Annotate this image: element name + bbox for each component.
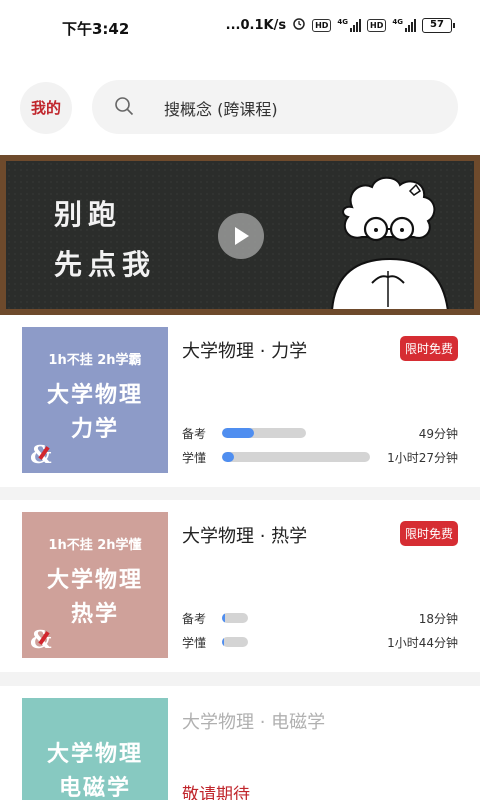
header: 我的 搜概念 (跨课程): [0, 56, 480, 156]
search-placeholder: 搜概念 (跨课程): [164, 100, 278, 119]
play-icon: [235, 227, 249, 245]
free-badge: 限时免费: [399, 521, 458, 546]
my-button[interactable]: 我的: [20, 82, 72, 134]
chalkboard: 别跑 先点我: [6, 161, 474, 309]
progress-bar: [222, 452, 370, 462]
brand-logo-icon: &: [30, 440, 52, 469]
progress-bar: [222, 428, 306, 438]
row-label: 学懂: [182, 636, 207, 650]
coming-soon-label: 敬请期待: [182, 785, 250, 800]
battery-icon: 57: [422, 17, 455, 33]
cover-title: 大学物理 电磁学: [46, 742, 143, 800]
hd-icon: HD: [312, 18, 332, 32]
search-icon: [114, 96, 134, 116]
cover-subtitle: 1h不挂 2h学懂: [48, 538, 142, 553]
hd-icon-2: HD: [367, 18, 387, 32]
duration-text: 1小时27分钟: [387, 451, 458, 465]
signal-icon-1: 4G: [337, 18, 362, 32]
duration-text: 1小时44分钟: [387, 636, 458, 650]
status-bar: 下午3:42 ...0.1K/s HD 4G HD 4G 57: [0, 0, 480, 56]
alarm-icon: [292, 16, 306, 34]
status-icons: ...0.1K/s HD 4G HD 4G 57: [225, 16, 455, 34]
banner-text-line2: 先点我: [54, 248, 157, 281]
course-title[interactable]: 大学物理 · 热学: [182, 522, 307, 548]
cover-title: 大学物理 力学: [46, 383, 143, 442]
exam-prep-row: 备考 18分钟: [182, 610, 458, 626]
row-label: 备考: [182, 612, 207, 626]
banner-text-line1: 别跑: [54, 198, 123, 231]
row-label: 学懂: [182, 451, 207, 465]
video-banner[interactable]: 别跑 先点我: [0, 155, 480, 315]
course-card[interactable]: 1h不挂 2h学霸 大学物理 力学 & 大学物理 · 力学 限时免费 备考 49…: [0, 315, 480, 487]
course-title[interactable]: 大学物理 · 力学: [182, 337, 307, 363]
understand-row: 学懂 1小时27分钟: [182, 449, 458, 465]
course-cover: 1h不挂 2h学懂 大学物理 热学 &: [22, 512, 168, 658]
row-label: 备考: [182, 427, 207, 441]
brand-logo-icon: &: [30, 625, 52, 654]
exam-prep-row: 备考 49分钟: [182, 425, 458, 441]
progress-bar: [222, 613, 248, 623]
network-speed: ...0.1K/s: [225, 17, 287, 33]
play-button[interactable]: [218, 213, 264, 259]
search-bar[interactable]: 搜概念 (跨课程): [92, 80, 458, 134]
duration-text: 49分钟: [418, 427, 458, 441]
course-cover: 大学物理 电磁学: [22, 698, 168, 800]
course-title: 大学物理 · 电磁学: [182, 712, 326, 733]
professor-mascot-illustration: [331, 176, 449, 309]
signal-icon-2: 4G: [392, 18, 416, 32]
duration-text: 18分钟: [418, 612, 458, 626]
progress-bar: [222, 637, 248, 647]
free-badge: 限时免费: [399, 336, 458, 361]
cover-subtitle: 1h不挂 2h学霸: [48, 353, 142, 368]
course-cover: 1h不挂 2h学霸 大学物理 力学 &: [22, 327, 168, 473]
cover-title: 大学物理 热学: [46, 568, 143, 627]
understand-row: 学懂 1小时44分钟: [182, 634, 458, 650]
status-time: 下午3:42: [62, 20, 130, 38]
course-card[interactable]: 大学物理 电磁学 大学物理 · 电磁学 敬请期待: [0, 686, 480, 800]
course-card[interactable]: 1h不挂 2h学懂 大学物理 热学 & 大学物理 · 热学 限时免费 备考 18…: [0, 500, 480, 672]
